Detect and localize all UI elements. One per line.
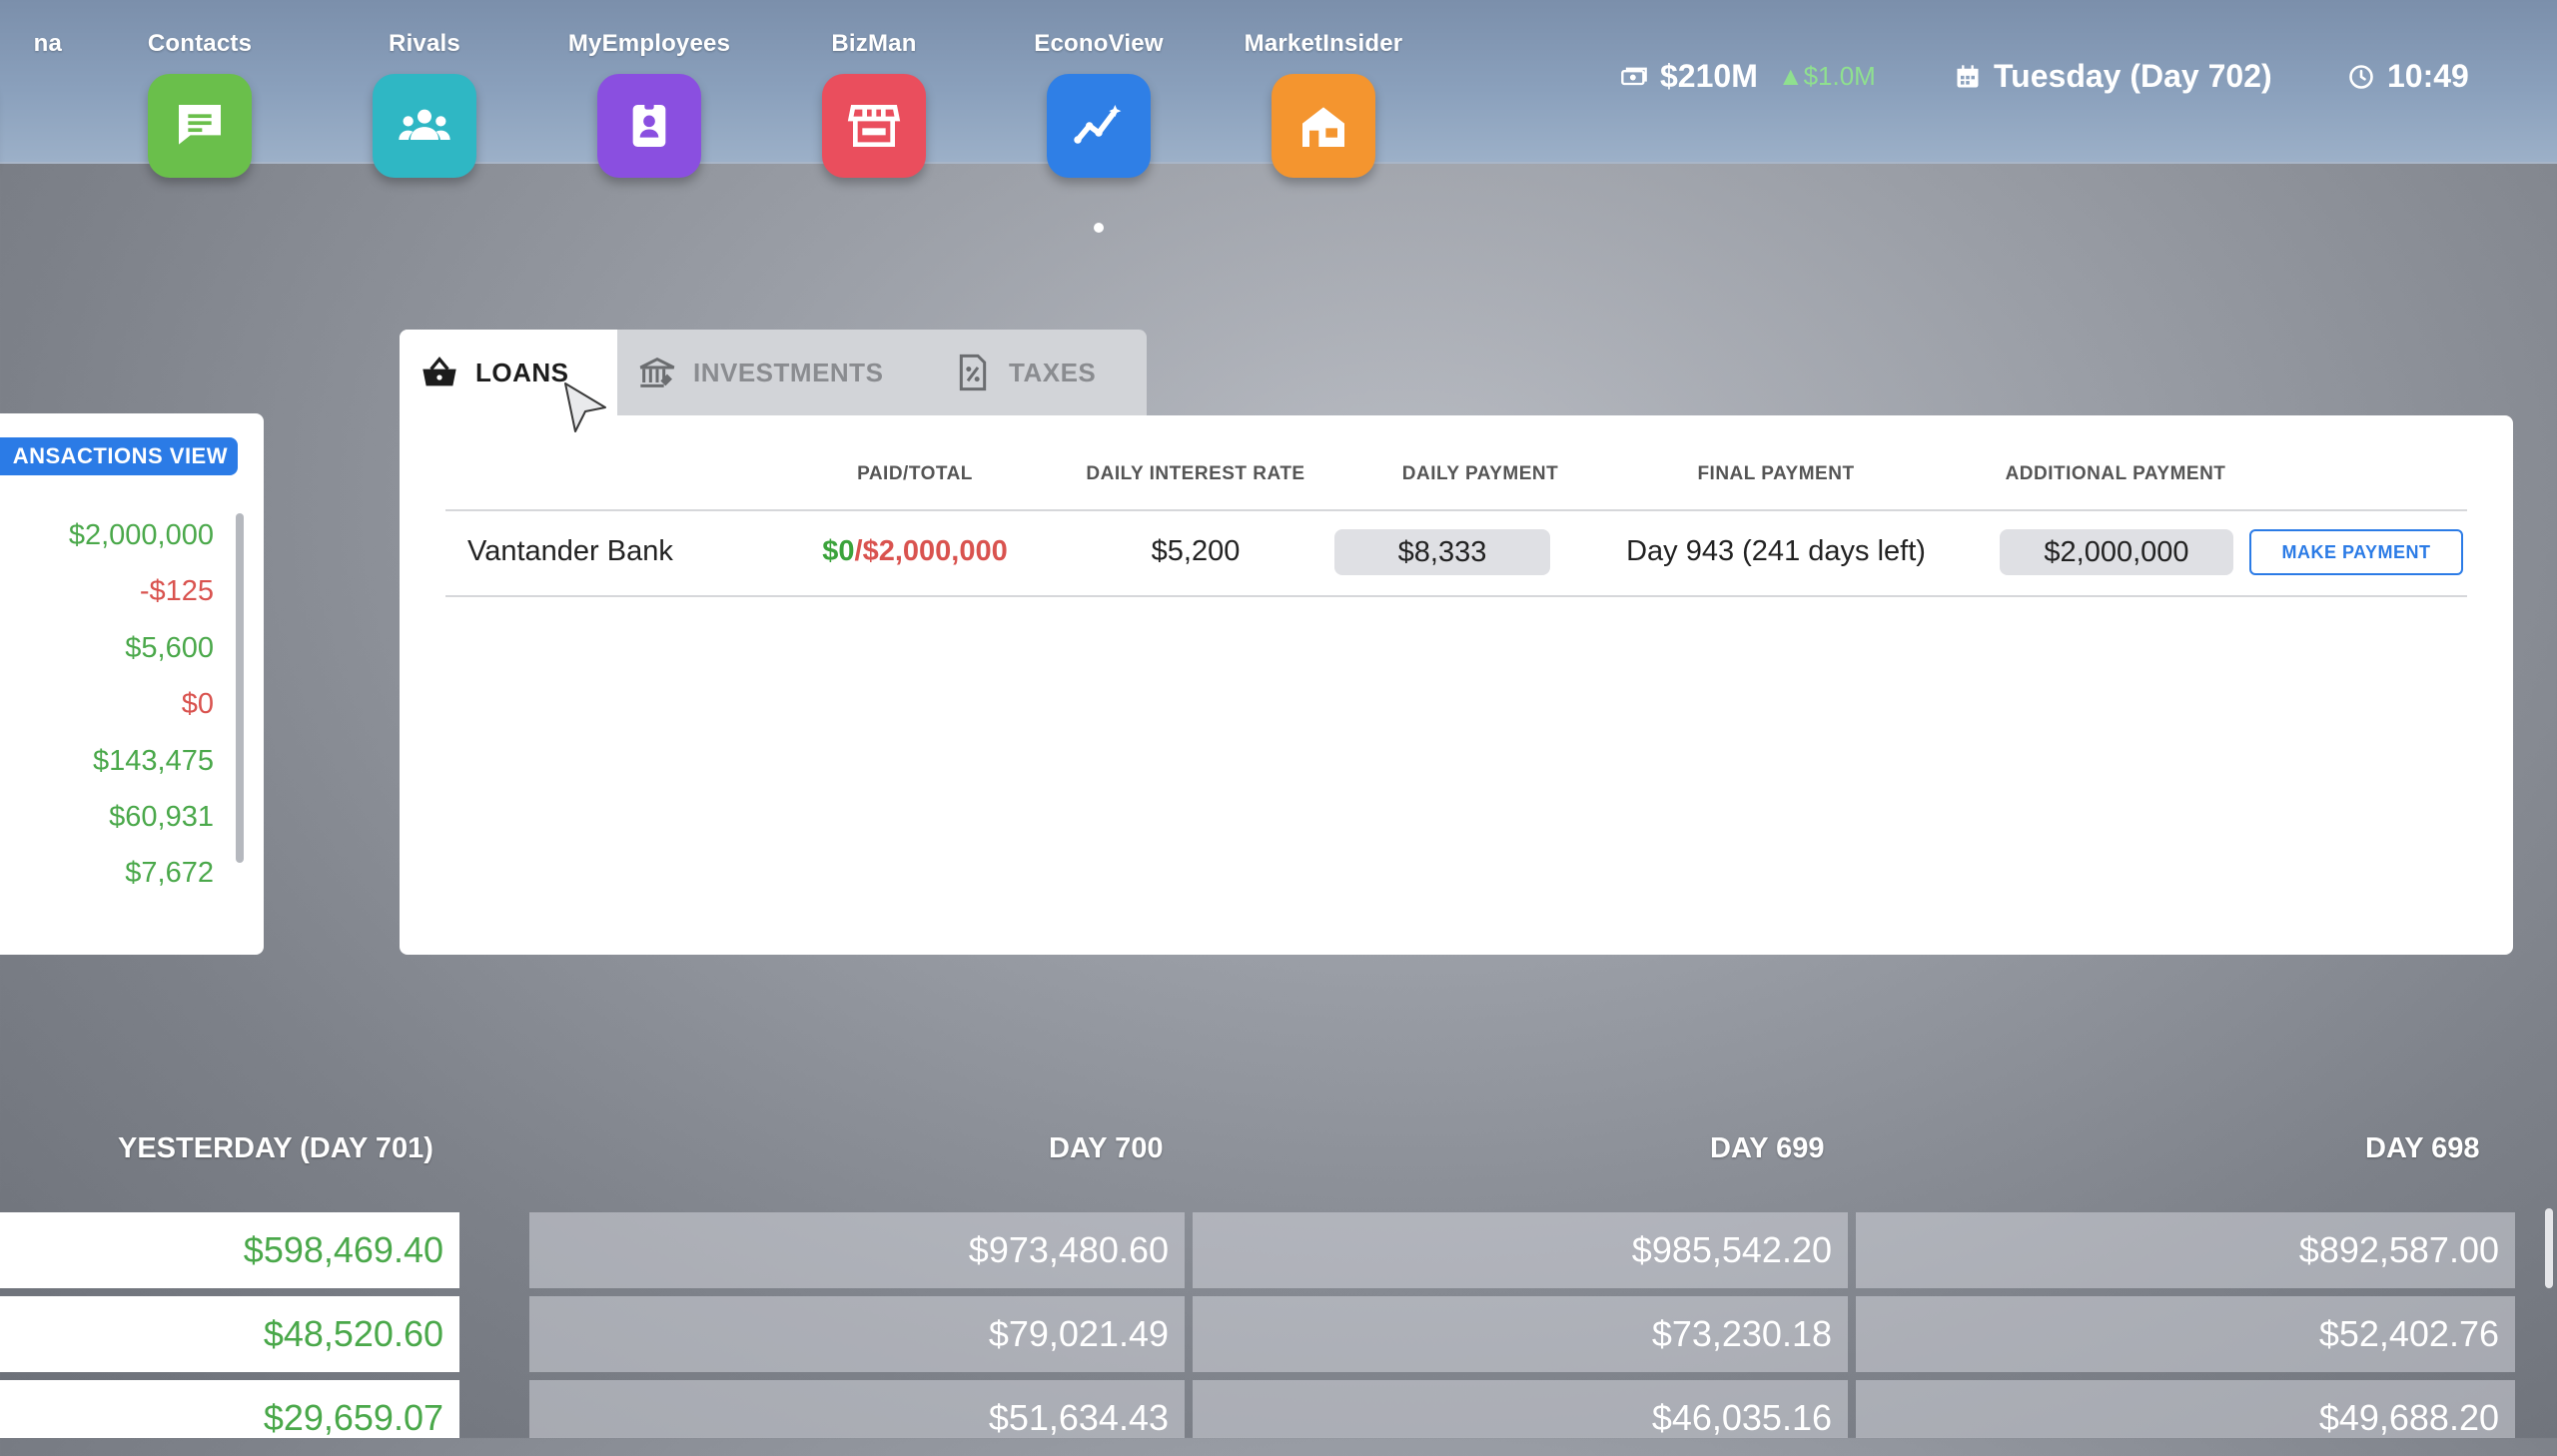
page-indicator-dot[interactable]: [1094, 223, 1104, 233]
transaction-value: $5,600: [125, 631, 214, 664]
app-myemployees[interactable]: MyEmployees: [549, 30, 749, 178]
clock-icon: [2349, 64, 2373, 89]
history-cell: $49,688.20: [1856, 1380, 2515, 1438]
group-icon: [373, 74, 476, 178]
transactions-scrollbar[interactable]: [236, 513, 244, 863]
cash-icon: [1621, 67, 1647, 85]
money-value: $210M: [1660, 58, 1758, 94]
app-contacts[interactable]: Contacts: [100, 30, 300, 178]
store-icon: [822, 74, 926, 178]
history-column-day-699: DAY 699: [1710, 1132, 1825, 1164]
tab-loans-label: LOANS: [475, 357, 569, 387]
history-cell: $48,520.60: [0, 1296, 459, 1372]
table-row-divider: [445, 595, 2467, 597]
lender-name: Vantander Bank: [467, 535, 673, 567]
history-column-day-698: DAY 698: [2365, 1132, 2480, 1164]
app-label: Contacts: [147, 30, 253, 57]
history-scrollbar[interactable]: [2545, 1208, 2553, 1288]
history-cell: $985,542.20: [1193, 1212, 1848, 1288]
id-badge-icon: [597, 74, 701, 178]
transactions-panel: ANSACTIONS VIEW $2,000,000 -$125 $5,600 …: [0, 413, 264, 955]
chat-icon: [148, 74, 252, 178]
history-cell: $29,659.07: [0, 1380, 459, 1438]
history-cell: $892,587.00: [1856, 1212, 2515, 1288]
app-label: EconoView: [1034, 30, 1164, 57]
mouse-cursor-icon: [564, 382, 606, 432]
house-icon: [1272, 74, 1375, 178]
header-additional-payment: ADDITIONAL PAYMENT: [2005, 463, 2226, 484]
transaction-value: -$125: [139, 575, 214, 608]
transactions-list: $2,000,000 -$125 $5,600 $0 $143,475 $60,…: [69, 507, 214, 902]
app-label: Rivals: [389, 30, 460, 57]
bank-icon: [639, 357, 675, 387]
app-marketinsider[interactable]: MarketInsider: [1224, 30, 1423, 178]
total-amount: $2,000,000: [862, 535, 1008, 567]
table-header-divider: [445, 509, 2467, 511]
money-delta: ▲$1.0M: [1777, 61, 1876, 91]
app-bizman[interactable]: BizMan: [774, 30, 974, 178]
history-cell: $73,230.18: [1193, 1296, 1848, 1372]
day-value: Tuesday (Day 702): [1994, 58, 2272, 94]
daily-interest-value: $5,200: [1151, 535, 1241, 567]
paid-total-value: $0/$2,000,000: [822, 535, 1008, 567]
history-cell: $51,634.43: [529, 1380, 1185, 1438]
transaction-value: $2,000,000: [68, 519, 214, 551]
app-label: BizMan: [831, 30, 917, 57]
calendar-icon: [1957, 64, 1979, 87]
transaction-value: $0: [181, 688, 214, 721]
trend-chart-icon: [1047, 74, 1151, 178]
time-value: 10:49: [2387, 58, 2469, 94]
history-cell: $79,021.49: [529, 1296, 1185, 1372]
history-cell: $973,480.60: [529, 1212, 1185, 1288]
header-daily-payment: DAILY PAYMENT: [1401, 463, 1559, 484]
history-cell: $52,402.76: [1856, 1296, 2515, 1372]
transaction-value: $60,931: [109, 800, 214, 833]
transactions-view-button[interactable]: ANSACTIONS VIEW: [0, 437, 238, 475]
header-paid-total: PAID/TOTAL: [857, 463, 973, 484]
app-econoview[interactable]: EconoView: [999, 30, 1199, 178]
money-status: $210M ▲$1.0M: [1620, 58, 1876, 95]
basket-icon: [423, 357, 456, 386]
app-rivals[interactable]: Rivals: [325, 30, 524, 178]
history-cell: $46,035.16: [1193, 1380, 1848, 1438]
transaction-value: $7,672: [125, 857, 214, 890]
make-payment-button[interactable]: MAKE PAYMENT: [2249, 529, 2463, 575]
tab-taxes-label: TAXES: [1009, 357, 1097, 387]
app-label: MyEmployees: [567, 30, 731, 57]
transaction-value: $143,475: [93, 744, 214, 777]
header-daily-interest-rate: DAILY INTEREST RATE: [1086, 463, 1305, 484]
day-status: Tuesday (Day 702): [1954, 58, 2272, 95]
final-payment-value: Day 943 (241 days left): [1626, 535, 1926, 567]
history-column-day-701: YESTERDAY (DAY 701): [118, 1132, 433, 1164]
additional-payment-field[interactable]: $2,000,000: [2000, 529, 2233, 575]
tab-investments-label: INVESTMENTS: [693, 357, 884, 387]
history-cell: $598,469.40: [0, 1212, 459, 1288]
time-status: 10:49: [2347, 58, 2469, 95]
arrow-up-icon: ▲: [1777, 61, 1804, 91]
history-column-day-700: DAY 700: [1049, 1132, 1164, 1164]
tab-investments[interactable]: INVESTMENTS: [637, 330, 883, 415]
tab-taxes[interactable]: TAXES: [953, 330, 1096, 415]
finance-tabs: LOANS INVESTMENTS TAXES: [400, 330, 1147, 415]
daily-payment-field[interactable]: $8,333: [1334, 529, 1550, 575]
paid-amount: $0: [822, 535, 855, 567]
header-final-payment: FINAL PAYMENT: [1697, 463, 1855, 484]
tax-document-icon: [959, 354, 987, 391]
top-bar: na Contacts Rivals MyEmployees BizMan Ec…: [0, 0, 2557, 178]
loans-panel: PAID/TOTAL DAILY INTEREST RATE DAILY PAY…: [400, 415, 2513, 955]
app-label: MarketInsider: [1244, 30, 1403, 57]
